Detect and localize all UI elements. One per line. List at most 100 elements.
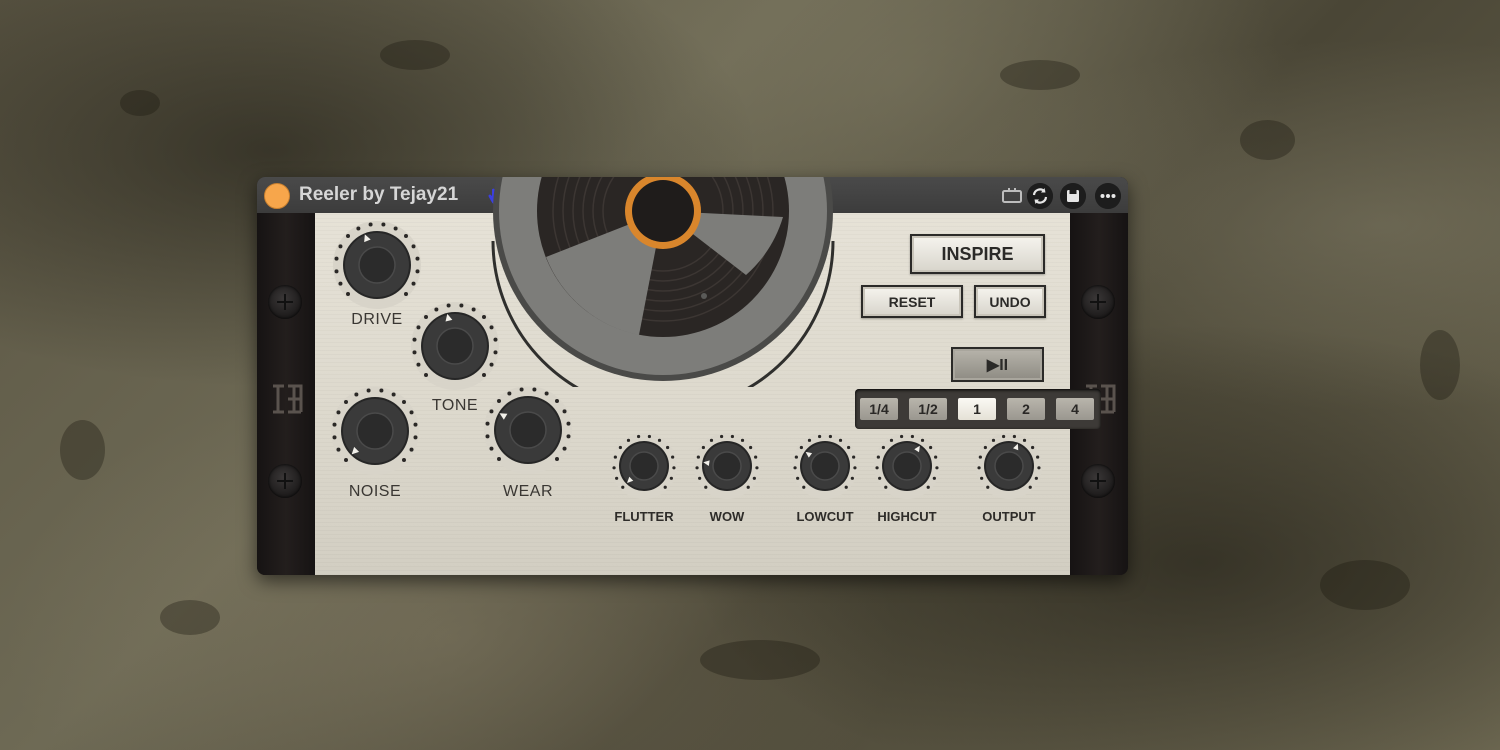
knob-tick [1012, 434, 1017, 439]
left-rail [257, 213, 315, 575]
knob-tick [754, 455, 758, 459]
knob-tick [336, 447, 341, 452]
knob-tick [415, 256, 420, 261]
knob-tick [983, 445, 987, 450]
flutter-knob[interactable] [608, 430, 680, 502]
knob-tick [621, 485, 625, 489]
knob-tick [613, 455, 617, 459]
reset-button[interactable]: RESET [861, 285, 963, 318]
knob-tick [986, 485, 990, 489]
knob-tick [991, 438, 996, 442]
knob-tick [755, 466, 759, 470]
knob-tick [672, 466, 676, 470]
screw-icon [1081, 285, 1115, 319]
knob-tick [740, 438, 745, 442]
knob-cap [994, 451, 1024, 481]
knob-cap [629, 451, 659, 481]
knob-tick [446, 303, 451, 308]
knob-tick [612, 466, 616, 470]
knob-tick [381, 222, 386, 227]
knob-tick [926, 485, 930, 489]
wear-knob[interactable] [480, 382, 576, 478]
sync-icon[interactable] [1027, 183, 1053, 209]
knob-tick [411, 281, 416, 286]
knob-tick [413, 422, 418, 427]
knob-tick [366, 388, 371, 393]
noise-knob[interactable] [327, 383, 423, 479]
play-pause-button[interactable]: ▶II [951, 347, 1044, 382]
knob-tick [793, 466, 797, 470]
knob-tick [626, 438, 631, 442]
knob-tick [852, 455, 856, 459]
wow-knob[interactable] [691, 430, 763, 502]
knob-tick [878, 476, 882, 480]
knob-tick [489, 409, 494, 414]
knob-tick [356, 226, 361, 231]
tone-knob[interactable] [407, 298, 503, 394]
knob-tick [489, 446, 494, 451]
knob-tick [481, 315, 486, 320]
save-icon[interactable] [1060, 183, 1086, 209]
knob-tick [409, 410, 414, 415]
knob-tick [647, 434, 652, 439]
knob-tick [493, 350, 498, 355]
knob-tick [416, 325, 421, 330]
rate-option[interactable]: 1 [958, 398, 996, 420]
knob-tick [368, 222, 373, 227]
knob-tick [802, 485, 806, 489]
knob-tick [424, 315, 429, 320]
screw-icon [268, 285, 302, 319]
knob-tick [411, 244, 416, 249]
knob-cap [712, 451, 742, 481]
knob-tick [929, 445, 933, 450]
knob-tick [799, 445, 803, 450]
knob-tick [709, 438, 714, 442]
knob-tick [807, 438, 812, 442]
knob-tick [1001, 434, 1006, 439]
knob-tick [669, 476, 673, 480]
knob-tick [497, 456, 502, 461]
knob-tick [876, 455, 880, 459]
inspire-button[interactable]: INSPIRE [910, 234, 1045, 274]
knob-tick [615, 476, 619, 480]
rate-option[interactable]: 1/4 [860, 398, 898, 420]
knob-tick [424, 372, 429, 377]
knob-tick [434, 307, 439, 312]
knob-tick [344, 400, 349, 405]
knob-tick [459, 303, 464, 308]
knob-tick [391, 392, 396, 397]
knob-tick [346, 234, 351, 239]
knob-tick [657, 438, 662, 442]
highcut-knob[interactable] [871, 430, 943, 502]
knob-tick [354, 392, 359, 397]
knob-tick [932, 476, 936, 480]
knob-tick [1028, 485, 1032, 489]
screw-icon [1081, 464, 1115, 498]
knob-tick [1034, 476, 1038, 480]
knob-tick [671, 455, 675, 459]
lowcut-knob[interactable] [789, 430, 861, 502]
knob-tick [853, 466, 857, 470]
undo-button[interactable]: UNDO [974, 285, 1046, 318]
knob-tick [1037, 466, 1041, 470]
midi-icon[interactable] [999, 183, 1025, 209]
knob-tick [1031, 445, 1035, 450]
knob-tick [334, 269, 339, 274]
rate-option[interactable]: 2 [1007, 398, 1045, 420]
rate-option[interactable]: 4 [1056, 398, 1094, 420]
knob-tick [618, 445, 622, 450]
device-title: Reeler by Tejay21 [299, 184, 459, 205]
more-icon[interactable] [1095, 183, 1121, 209]
knob-tick [413, 435, 418, 440]
knob-tick [566, 421, 571, 426]
rate-option[interactable]: 1/2 [909, 398, 947, 420]
knob-tick [334, 256, 339, 261]
knob-tick [415, 269, 420, 274]
knob-tick [346, 291, 351, 296]
knob-tick [752, 476, 756, 480]
knob-tick [636, 434, 641, 439]
knob-tick [562, 446, 567, 451]
output-knob[interactable] [973, 430, 1045, 502]
power-toggle[interactable] [264, 183, 290, 209]
knob-tick [980, 476, 984, 480]
